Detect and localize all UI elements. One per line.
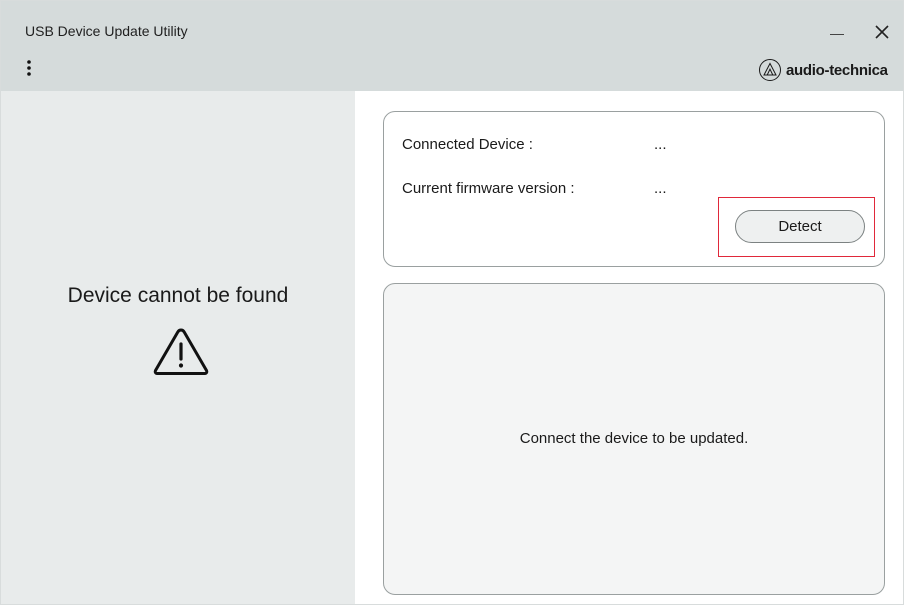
minimize-icon xyxy=(830,34,844,35)
brand-logo-text: audio-technica xyxy=(786,61,888,79)
app-window: USB Device Update Utility audio-technica… xyxy=(0,0,904,605)
detect-button[interactable]: Detect xyxy=(735,210,865,243)
window-title: USB Device Update Utility xyxy=(25,23,188,39)
firmware-version-label: Current firmware version : xyxy=(402,180,575,197)
message-panel: Connect the device to be updated. xyxy=(383,283,885,595)
close-icon xyxy=(875,25,889,39)
menu-button[interactable] xyxy=(19,57,39,81)
close-button[interactable] xyxy=(869,19,895,45)
warning-icon xyxy=(153,328,209,375)
audio-technica-logo-icon xyxy=(759,59,781,81)
device-status-text: Device cannot be found xyxy=(67,284,289,307)
instruction-message: Connect the device to be updated. xyxy=(519,430,749,447)
firmware-version-value: ... xyxy=(654,180,667,197)
title-bar: USB Device Update Utility audio-technica xyxy=(1,1,903,91)
minimize-button[interactable] xyxy=(824,21,850,43)
connected-device-label: Connected Device : xyxy=(402,136,533,153)
device-status-panel: Device cannot be found xyxy=(1,91,355,604)
connected-device-value: ... xyxy=(654,136,667,153)
more-vertical-icon xyxy=(27,60,31,76)
device-info-card: Connected Device : ... Current firmware … xyxy=(383,111,885,267)
brand-logo: audio-technica xyxy=(758,58,888,82)
